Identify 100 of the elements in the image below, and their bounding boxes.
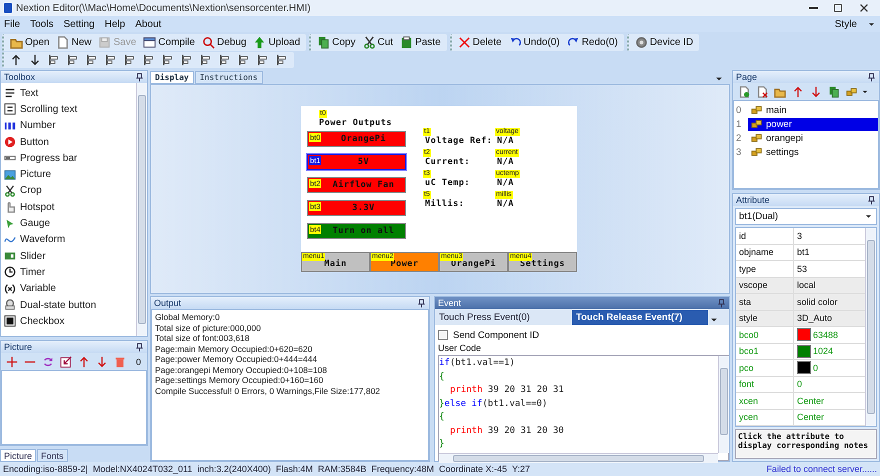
attribute-value[interactable]: solid color xyxy=(797,296,838,307)
toolbar-button[interactable]: New xyxy=(53,34,94,50)
output-line: Total size of picture:000,000 xyxy=(155,322,262,333)
toolbar-button[interactable]: Undo(0) xyxy=(506,34,563,50)
toolbar-button[interactable]: Debug xyxy=(198,34,250,50)
toolbar-button[interactable]: Cut xyxy=(360,34,396,50)
toolbar-button[interactable]: Redo(0) xyxy=(564,34,621,50)
toolbox-item[interactable]: Gauge xyxy=(1,215,136,232)
attribute-name[interactable]: bco1 xyxy=(736,344,794,359)
display-value[interactable]: N/A xyxy=(497,157,514,167)
page-item[interactable]: settings xyxy=(748,146,878,158)
toolbar-button[interactable]: Paste xyxy=(397,34,444,50)
attribute-value[interactable]: 63488 xyxy=(813,330,838,340)
code-line: printh 39 20 31 20 31 xyxy=(449,385,565,397)
attribute-name[interactable]: objname xyxy=(736,244,794,260)
toolbar-button[interactable]: Device ID xyxy=(632,34,696,50)
attribute-value[interactable]: 1024 xyxy=(813,346,834,356)
picture-count: 0 xyxy=(136,356,142,366)
status-text: Model:NX4024T032_011 xyxy=(92,464,192,474)
menu-item[interactable]: File xyxy=(4,18,20,30)
toolbox-item[interactable]: Slider xyxy=(1,248,136,264)
attribute-value[interactable]: 0 xyxy=(797,379,802,390)
toolbar-button[interactable]: Open xyxy=(7,34,52,50)
page-index: 0 xyxy=(736,104,742,116)
send-id-checkbox[interactable]: Send Component ID xyxy=(438,328,729,342)
attribute-name[interactable]: id xyxy=(736,228,794,244)
attribute-value[interactable]: 53 xyxy=(797,264,808,274)
toolbox-item[interactable]: Progress bar xyxy=(1,150,136,166)
display-value[interactable]: N/A xyxy=(497,199,514,209)
toolbox-item[interactable]: Waveform xyxy=(1,232,136,248)
attribute-name[interactable]: style xyxy=(736,310,794,326)
style-menu[interactable]: Style xyxy=(834,18,857,30)
menu-item[interactable]: Tools xyxy=(30,18,54,30)
connection-status: Failed to connect server...... xyxy=(766,464,877,474)
toolbox-item[interactable]: Checkbox xyxy=(1,313,136,330)
toolbox-item[interactable]: Variable xyxy=(1,280,136,297)
display-value[interactable]: N/A xyxy=(497,136,514,146)
output-line: Page:orangepi Memory Occupied:0+108=108 xyxy=(155,364,328,375)
attribute-value[interactable]: 3 xyxy=(797,230,802,241)
panel-title: Picture xyxy=(4,342,32,352)
toolbox-item[interactable]: Timer xyxy=(1,264,136,281)
attribute-value[interactable]: 3D_Auto xyxy=(797,313,832,324)
attribute-name[interactable]: bco0 xyxy=(736,327,794,342)
attribute-name[interactable]: xcen xyxy=(736,393,794,408)
panel-tab[interactable]: Picture xyxy=(0,449,36,462)
menu-item[interactable]: Setting xyxy=(63,18,95,30)
toolbox-item[interactable]: Dual-state button xyxy=(1,296,136,314)
toolbox-item[interactable]: Number xyxy=(1,118,136,134)
toolbox-item[interactable]: Hotspot xyxy=(1,199,136,216)
attribute-value[interactable]: Center xyxy=(797,396,824,406)
attribute-value[interactable]: local xyxy=(797,280,816,290)
display-title[interactable]: Power Outputs xyxy=(319,118,392,128)
output-line: Compile Successful! 0 Errors, 0 Warnings,File Size:177,802 xyxy=(155,386,382,396)
display-label[interactable]: Voltage Ref: xyxy=(425,136,492,146)
menu-item[interactable]: About xyxy=(135,18,162,30)
code-line: } xyxy=(439,439,446,451)
display-label[interactable]: Millis: xyxy=(425,199,464,209)
status-text: Flash:4M xyxy=(276,464,313,474)
toolbox-item[interactable]: Crop xyxy=(1,182,136,200)
toolbar-button[interactable]: Copy xyxy=(314,34,358,50)
attribute-name[interactable]: pco xyxy=(736,360,794,376)
attribute-name[interactable]: ycen xyxy=(736,410,794,425)
code-line: printh 39 20 31 20 30 xyxy=(449,426,565,438)
status-text: Encoding:iso-8859-2| xyxy=(3,464,88,474)
attribute-name[interactable]: sta xyxy=(736,294,794,310)
field-label: User Code xyxy=(438,342,482,355)
editor-tab[interactable]: Display xyxy=(150,71,194,84)
output-line: Page:power Memory Occupied:0+444=444 xyxy=(155,354,318,364)
editor-tab[interactable]: Instructions xyxy=(194,71,263,84)
panel-tab[interactable]: Fonts xyxy=(37,449,68,462)
attribute-value[interactable]: bt1 xyxy=(797,247,810,258)
attribute-name[interactable]: vscope xyxy=(736,278,794,293)
attribute-value[interactable]: Center xyxy=(797,412,824,422)
toolbar-button[interactable]: Upload xyxy=(250,34,304,50)
menu-item[interactable]: Help xyxy=(104,18,126,30)
page-index: 1 xyxy=(736,118,742,130)
toolbox-item[interactable]: Picture xyxy=(1,166,136,183)
page-item[interactable]: orangepi xyxy=(748,132,878,144)
status-text: inch:3.2(240X400) xyxy=(197,464,271,474)
panel-title: Attribute xyxy=(736,195,770,205)
toolbox-item[interactable]: Text xyxy=(1,85,136,102)
toolbar-button[interactable]: Delete xyxy=(454,34,505,50)
display-label[interactable]: Current: xyxy=(425,157,470,167)
status-text: Coordinate X:-45 xyxy=(438,464,507,474)
toolbox-item[interactable]: Button xyxy=(1,134,136,150)
attribute-value[interactable]: 0 xyxy=(813,362,818,373)
page-item[interactable]: power xyxy=(748,118,878,130)
display-label[interactable]: uC Temp: xyxy=(425,178,470,188)
event-tab[interactable]: Touch Press Event(0) xyxy=(435,310,571,325)
toolbar-button[interactable]: Compile xyxy=(140,34,198,50)
code-line: { xyxy=(439,372,446,384)
attribute-notes: Click the attribute to display corresponding notes xyxy=(735,429,877,459)
panel-title: Toolbox xyxy=(4,72,36,82)
toolbox-item[interactable]: Scrolling text xyxy=(1,101,136,118)
event-tab[interactable]: Touch Release Event(7) xyxy=(572,310,708,325)
attribute-name[interactable]: font xyxy=(736,376,794,392)
attribute-name[interactable]: type xyxy=(736,261,794,276)
component-dropdown[interactable]: bt1(Dual) xyxy=(735,208,877,225)
page-item[interactable]: main xyxy=(748,104,878,116)
display-value[interactable]: N/A xyxy=(497,178,514,188)
